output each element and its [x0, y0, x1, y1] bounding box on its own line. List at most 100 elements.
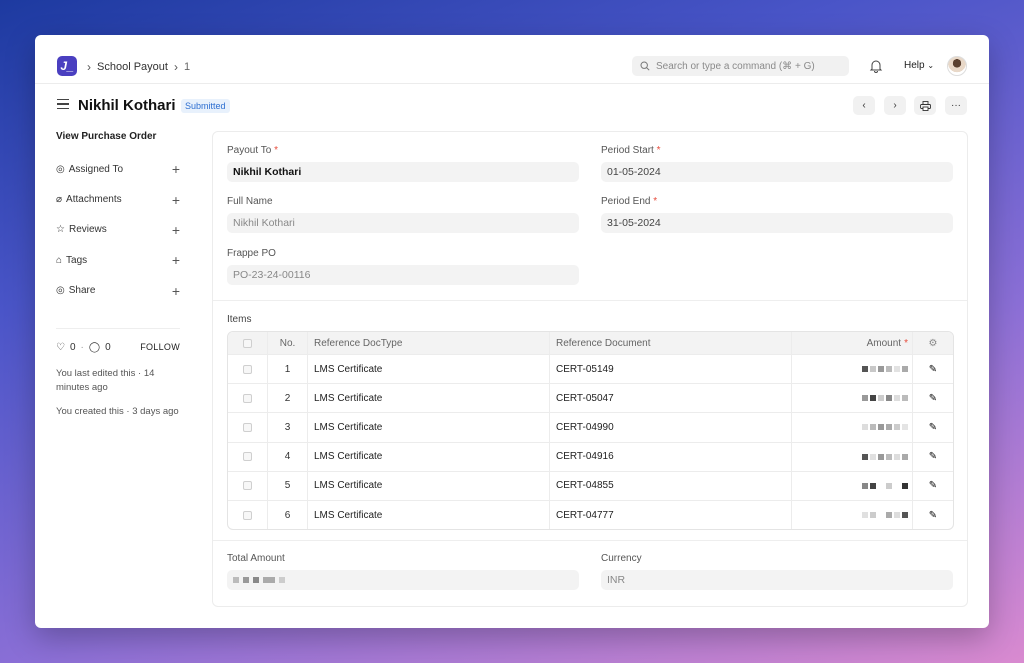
top-navbar: J_ › School Payout › 1 Search or type a … — [35, 35, 989, 84]
sidebar-item-attachments[interactable]: ⌀ Attachments + — [56, 184, 180, 214]
tag-icon: ⌂ — [56, 254, 63, 266]
field-label: Period Start — [601, 145, 654, 156]
row-checkbox[interactable] — [243, 422, 252, 432]
likes-count: 0 — [69, 341, 76, 353]
comment-icon[interactable]: ◯ — [89, 342, 100, 353]
sidebar-item-share[interactable]: ◎ Share + — [56, 276, 180, 306]
field-label: Currency — [601, 553, 642, 564]
period-start-input[interactable]: 01-05-2024 — [601, 162, 953, 182]
breadcrumb-record[interactable]: 1 — [184, 61, 190, 73]
row-checkbox[interactable] — [243, 481, 252, 491]
row-number: 5 — [268, 471, 308, 500]
payout-to-input[interactable]: Nikhil Kothari — [227, 162, 579, 182]
star-icon: ☆ — [56, 224, 65, 236]
table-row[interactable]: 1 LMS Certificate CERT-05149 ✎ — [228, 354, 953, 384]
print-button[interactable] — [914, 96, 936, 115]
more-actions-button[interactable]: ··· — [945, 96, 967, 115]
chevron-right-icon: › — [173, 60, 178, 74]
edit-icon[interactable]: ✎ — [929, 510, 937, 521]
sidebar-item-label: Tags — [66, 254, 88, 266]
hamburger-menu-icon[interactable] — [57, 99, 69, 112]
reference-document-cell[interactable]: CERT-04916 — [550, 442, 792, 471]
reference-doctype-cell[interactable]: LMS Certificate — [308, 413, 550, 442]
previous-button[interactable]: ‹ — [853, 96, 875, 115]
amount-cell-redacted[interactable] — [792, 355, 913, 384]
bell-icon[interactable] — [869, 59, 883, 73]
row-number: 2 — [268, 384, 308, 413]
reference-doctype-cell[interactable]: LMS Certificate — [308, 355, 550, 384]
currency-input: INR — [601, 570, 953, 590]
total-amount-input-redacted — [227, 570, 579, 590]
amount-cell-redacted[interactable] — [792, 442, 913, 471]
section-divider — [213, 300, 967, 301]
add-icon[interactable]: + — [172, 283, 180, 299]
sidebar-item-label: Assigned To — [68, 163, 124, 175]
created-note: You created this · 3 days ago — [56, 405, 179, 417]
reference-doctype-cell[interactable]: LMS Certificate — [308, 384, 550, 413]
amount-cell-redacted[interactable] — [792, 384, 913, 413]
amount-cell-redacted[interactable] — [792, 500, 913, 530]
sidebar-item-tags[interactable]: ⌂ Tags + — [56, 245, 180, 275]
edit-icon[interactable]: ✎ — [929, 393, 937, 404]
reference-document-cell[interactable]: CERT-04777 — [550, 500, 792, 530]
next-button[interactable]: › — [884, 96, 906, 115]
reference-doctype-cell[interactable]: LMS Certificate — [308, 500, 550, 530]
sidebar-item-assigned-to[interactable]: ◎ Assigned To + — [56, 154, 180, 184]
help-dropdown[interactable]: Help ⌄ — [904, 60, 934, 71]
select-all-checkbox[interactable] — [243, 338, 252, 348]
row-checkbox[interactable] — [243, 510, 252, 520]
search-placeholder: Search or type a command (⌘ + G) — [656, 60, 815, 72]
add-icon[interactable]: + — [172, 222, 180, 238]
share-user-icon: ◎ — [56, 285, 65, 297]
reference-document-cell[interactable]: CERT-05149 — [550, 355, 792, 384]
items-label: Items — [227, 314, 252, 325]
reference-document-cell[interactable]: CERT-04990 — [550, 413, 792, 442]
reference-doctype-cell[interactable]: LMS Certificate — [308, 442, 550, 471]
row-checkbox[interactable] — [243, 393, 252, 403]
add-icon[interactable]: + — [172, 161, 180, 177]
period-end-input[interactable]: 31-05-2024 — [601, 213, 953, 233]
heart-icon[interactable]: ♡ — [56, 342, 65, 353]
edit-icon[interactable]: ✎ — [929, 422, 937, 433]
breadcrumb-school-payout[interactable]: School Payout — [97, 61, 168, 73]
edit-icon[interactable]: ✎ — [929, 364, 937, 375]
chevron-left-icon: ‹ — [862, 100, 866, 111]
items-table: No. Reference DocType Reference Document… — [227, 331, 954, 531]
table-row[interactable]: 2 LMS Certificate CERT-05047 ✎ — [228, 383, 953, 413]
reference-document-cell[interactable]: CERT-04855 — [550, 471, 792, 500]
avatar[interactable] — [947, 56, 967, 76]
field-label: Period End — [601, 196, 651, 207]
row-number: 1 — [268, 355, 308, 384]
amount-cell-redacted[interactable] — [792, 413, 913, 442]
edit-icon[interactable]: ✎ — [929, 451, 937, 462]
sidebar-item-reviews[interactable]: ☆ Reviews + — [56, 215, 180, 245]
form-card: Payout To * Nikhil Kothari Full Name Nik… — [212, 131, 968, 607]
frappe-po-field: Frappe PO PO-23-24-00116 — [227, 248, 579, 285]
amount-cell-redacted[interactable] — [792, 471, 913, 500]
table-row[interactable]: 5 LMS Certificate CERT-04855 ✎ — [228, 470, 953, 500]
last-edited-note: You last edited this · 14 minutes ago — [56, 367, 155, 393]
table-row[interactable]: 6 LMS Certificate CERT-04777 ✎ — [228, 499, 953, 530]
full-name-field: Full Name Nikhil Kothari — [227, 196, 579, 233]
row-checkbox[interactable] — [243, 452, 252, 462]
follow-button[interactable]: FOLLOW — [140, 342, 180, 352]
row-number: 4 — [268, 442, 308, 471]
frappe-po-input[interactable]: PO-23-24-00116 — [227, 265, 579, 285]
reference-document-cell[interactable]: CERT-05047 — [550, 384, 792, 413]
settings-icon[interactable]: ⚙ — [929, 338, 938, 349]
add-icon[interactable]: + — [172, 252, 180, 268]
currency-field: Currency INR — [601, 553, 953, 590]
sidebar-divider — [56, 327, 180, 329]
row-checkbox[interactable] — [243, 364, 252, 374]
field-label: Payout To — [227, 145, 272, 156]
field-label: Full Name — [227, 196, 273, 207]
app-logo[interactable]: J_ — [57, 56, 77, 76]
edit-icon[interactable]: ✎ — [929, 480, 937, 491]
search-input[interactable]: Search or type a command (⌘ + G) — [632, 56, 849, 76]
table-row[interactable]: 4 LMS Certificate CERT-04916 ✎ — [228, 441, 953, 471]
table-row[interactable]: 3 LMS Certificate CERT-04990 ✎ — [228, 412, 953, 442]
view-purchase-order-link[interactable]: View Purchase Order — [56, 131, 180, 142]
add-icon[interactable]: + — [172, 192, 180, 208]
reference-doctype-cell[interactable]: LMS Certificate — [308, 471, 550, 500]
row-number: 3 — [268, 413, 308, 442]
